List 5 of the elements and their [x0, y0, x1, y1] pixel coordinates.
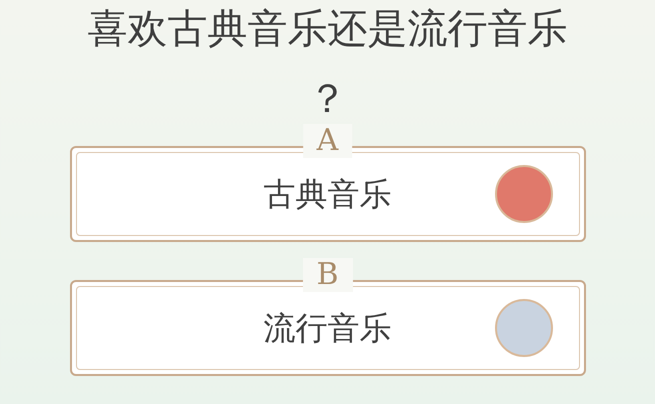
answer-text: 流行音乐 [264, 308, 392, 349]
answer-text: 古典音乐 [264, 174, 392, 215]
option-letter: A [302, 124, 352, 158]
option-letter: B [302, 258, 353, 292]
question-text: 喜欢古典音乐还是流行音乐？ [86, 5, 568, 124]
